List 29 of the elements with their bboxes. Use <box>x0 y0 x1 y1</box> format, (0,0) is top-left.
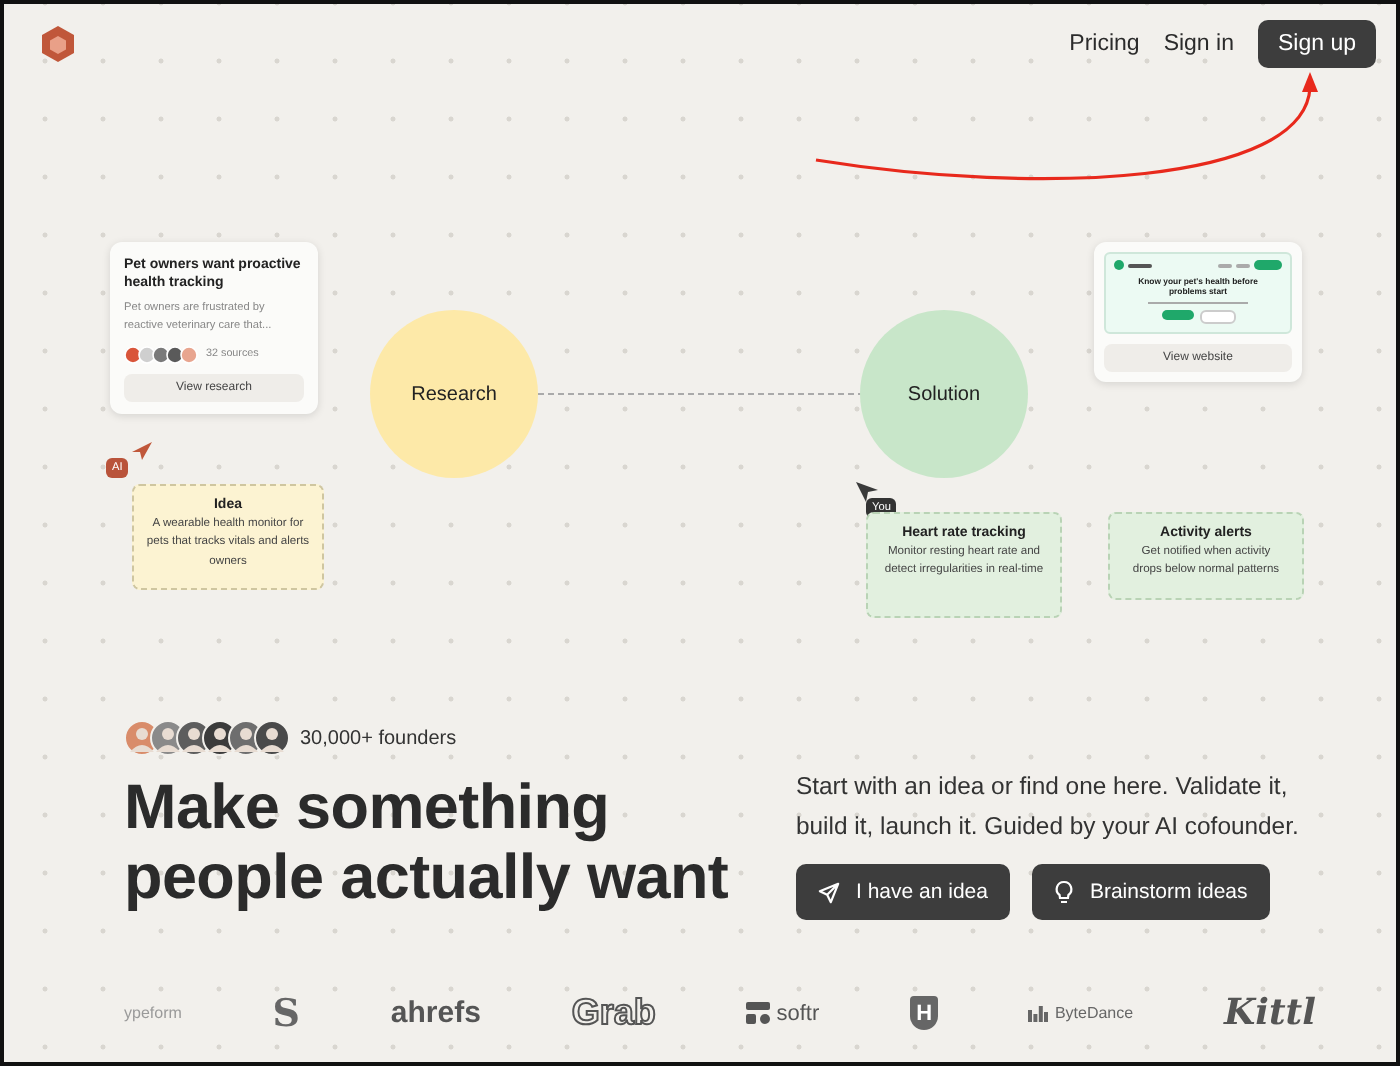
hexagon-logo-icon[interactable] <box>38 24 78 64</box>
partner-logo: ByteDance <box>1028 1004 1134 1022</box>
preview-cta <box>1254 260 1282 270</box>
source-icons <box>124 345 200 363</box>
cta-button[interactable]: Brainstorm ideas <box>1031 864 1270 921</box>
stage-circle[interactable]: Research <box>370 310 538 478</box>
partner-logo: S <box>272 991 301 1035</box>
partner-logo: H <box>910 996 939 1030</box>
partner-logo: ypeform <box>124 1004 182 1022</box>
cta-button[interactable]: I have an idea <box>796 864 1010 921</box>
sign-up-button[interactable]: Sign up <box>1257 20 1376 68</box>
send-icon <box>818 881 840 904</box>
preview-link-bar <box>1218 263 1232 267</box>
nav-link[interactable]: Sign in <box>1163 32 1234 56</box>
partner-logo: Kittl <box>1223 992 1316 1034</box>
nav-link[interactable]: Pricing <box>1069 32 1140 56</box>
partner-logo: ahrefs <box>390 996 481 1030</box>
partner-logo: Grab <box>571 992 656 1034</box>
stage-circle[interactable]: Solution <box>860 310 1028 478</box>
cursor-icon <box>132 442 152 460</box>
hero-headline: Make something people actually want <box>124 772 731 911</box>
lightbulb-icon <box>1053 880 1074 905</box>
brand-icon <box>1114 260 1124 270</box>
founders-count: 30,000+ founders <box>300 727 457 749</box>
partner-logo: softr <box>746 1001 820 1025</box>
preview-link-bar <box>1236 263 1250 267</box>
cursor-icon <box>856 482 878 502</box>
hero-tagline: Start with an idea or find one here. Validate it, build it, launch it. Guided by your AI cofounder. <box>796 770 1301 844</box>
preview-subline-bar <box>1148 301 1248 305</box>
